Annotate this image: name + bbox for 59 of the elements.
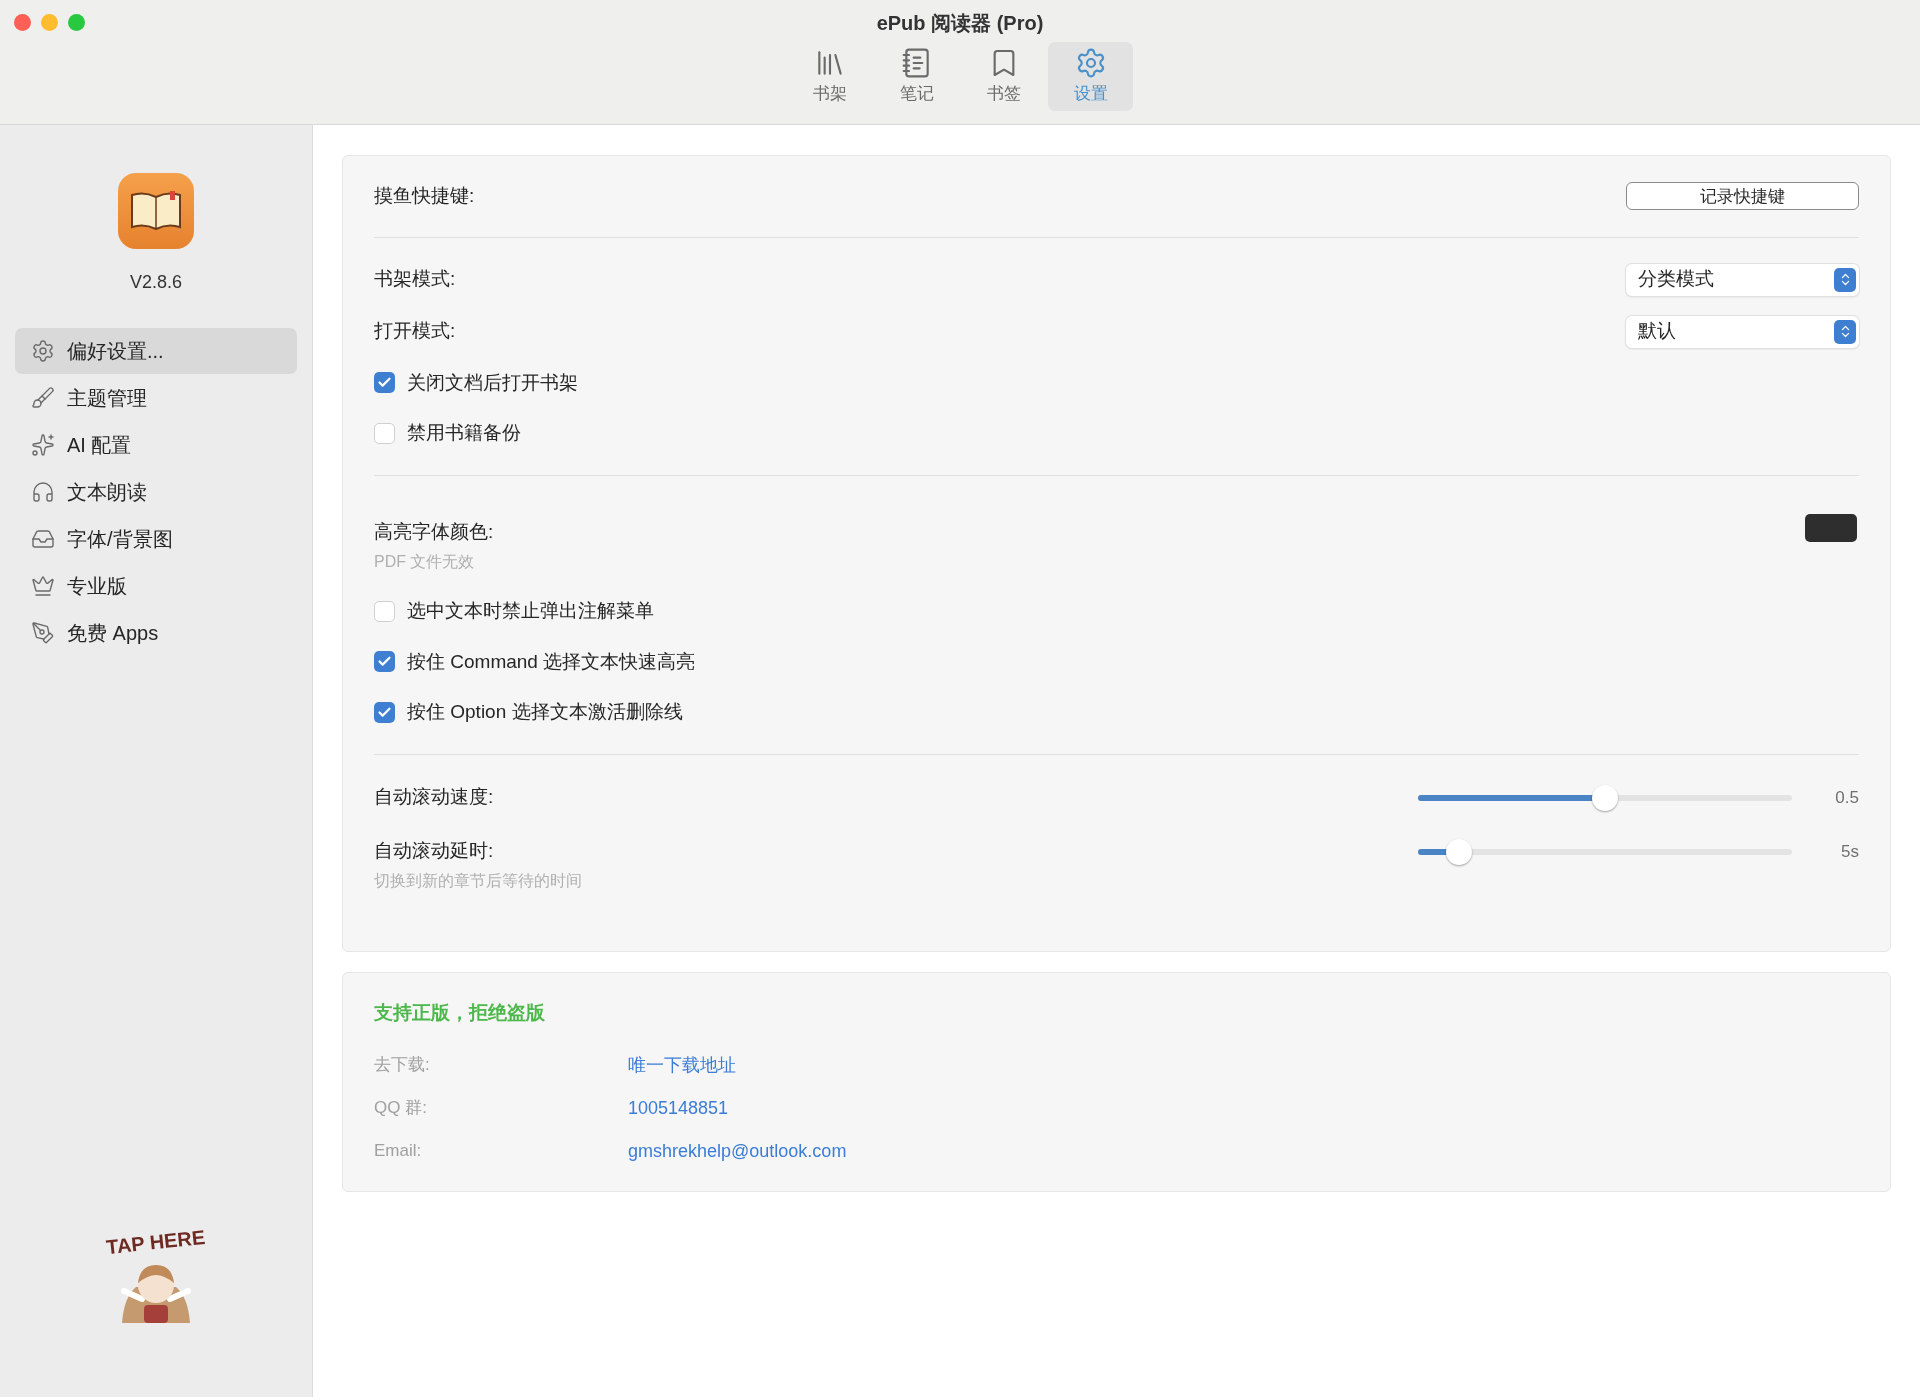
setting-label: 按住 Command 选择文本快速高亮: [407, 649, 696, 674]
checkbox[interactable]: [374, 701, 395, 723]
pen-icon: [31, 621, 55, 645]
window-title: ePub 阅读器 (Pro): [876, 11, 1044, 36]
zoom-icon[interactable]: [68, 14, 85, 31]
setting-label: 选中文本时禁止弹出注解菜单: [407, 599, 654, 623]
sidebar-item[interactable]: 主题管理: [15, 375, 297, 421]
support-link[interactable]: gmshrekhelp@outlook.com: [628, 1137, 847, 1165]
support-link[interactable]: 1005148851: [628, 1094, 729, 1122]
support-label: 去下载:: [374, 1054, 431, 1077]
stepper-icon: [1834, 267, 1856, 292]
sidebar-item[interactable]: 专业版: [15, 563, 297, 609]
sidebar-item[interactable]: 免费 Apps: [15, 610, 297, 656]
headphones-icon: [31, 480, 55, 504]
hint-text: 切换到新的章节后等待的时间: [374, 871, 582, 891]
setting-label: 自动滚动速度:: [374, 784, 494, 809]
checkbox[interactable]: [374, 600, 395, 622]
setting-label: 按住 Option 选择文本激活删除线: [407, 700, 683, 724]
slider-thumb[interactable]: [1446, 838, 1473, 865]
setting-label: 摸鱼快捷键:: [374, 184, 475, 208]
sidebar-item[interactable]: 字体/背景图: [15, 516, 297, 562]
checkbox[interactable]: [374, 422, 395, 444]
sparkles-icon: [31, 433, 55, 457]
setting-label: 打开模式:: [374, 319, 456, 344]
slider-value: 0.5: [1834, 786, 1859, 809]
setting-label: 关闭文档后打开书架: [407, 370, 578, 395]
select-field[interactable]: 默认: [1626, 315, 1859, 348]
settings-icon: [31, 339, 55, 363]
sidebar-item[interactable]: 文本朗读: [15, 469, 297, 515]
support-label: Email:: [374, 1140, 423, 1163]
stepper-icon: [1834, 319, 1856, 344]
slider-value: 5s: [1840, 840, 1859, 863]
mascot-caption: TAP HERE: [105, 1224, 207, 1261]
version-text: V2.8.6: [129, 271, 182, 294]
app-icon: [118, 173, 194, 249]
select-field[interactable]: 分类模式: [1626, 263, 1859, 296]
support-label: QQ 群:: [374, 1097, 428, 1120]
checkbox[interactable]: [374, 651, 395, 673]
support-link[interactable]: 唯一下载地址: [628, 1051, 736, 1079]
toolbar-tab[interactable]: 书签: [961, 42, 1046, 111]
sidebar-item[interactable]: 偏好设置...: [15, 328, 297, 374]
tray-icon: [31, 527, 55, 551]
hint-text: PDF 文件无效: [374, 552, 476, 572]
brush-icon: [31, 386, 55, 410]
toolbar-tab[interactable]: 笔记: [874, 42, 959, 111]
setting-label: 高亮字体颜色:: [374, 519, 494, 544]
setting-label: 书架模式:: [374, 267, 456, 292]
record-shortcut-button[interactable]: 记录快捷键: [1626, 182, 1859, 211]
close-icon[interactable]: [14, 14, 31, 31]
setting-label: 禁用书籍备份: [407, 421, 521, 445]
sidebar-item[interactable]: AI 配置: [15, 422, 297, 468]
checkbox[interactable]: [374, 372, 395, 394]
minimize-icon[interactable]: [41, 14, 58, 31]
slider-thumb[interactable]: [1592, 784, 1618, 811]
crown-icon: [31, 574, 55, 598]
setting-label: 自动滚动延时:: [374, 838, 495, 863]
toolbar-tab[interactable]: 书架: [787, 42, 872, 111]
color-well[interactable]: [1805, 513, 1857, 542]
support-title: 支持正版，拒绝盗版: [374, 1001, 546, 1025]
